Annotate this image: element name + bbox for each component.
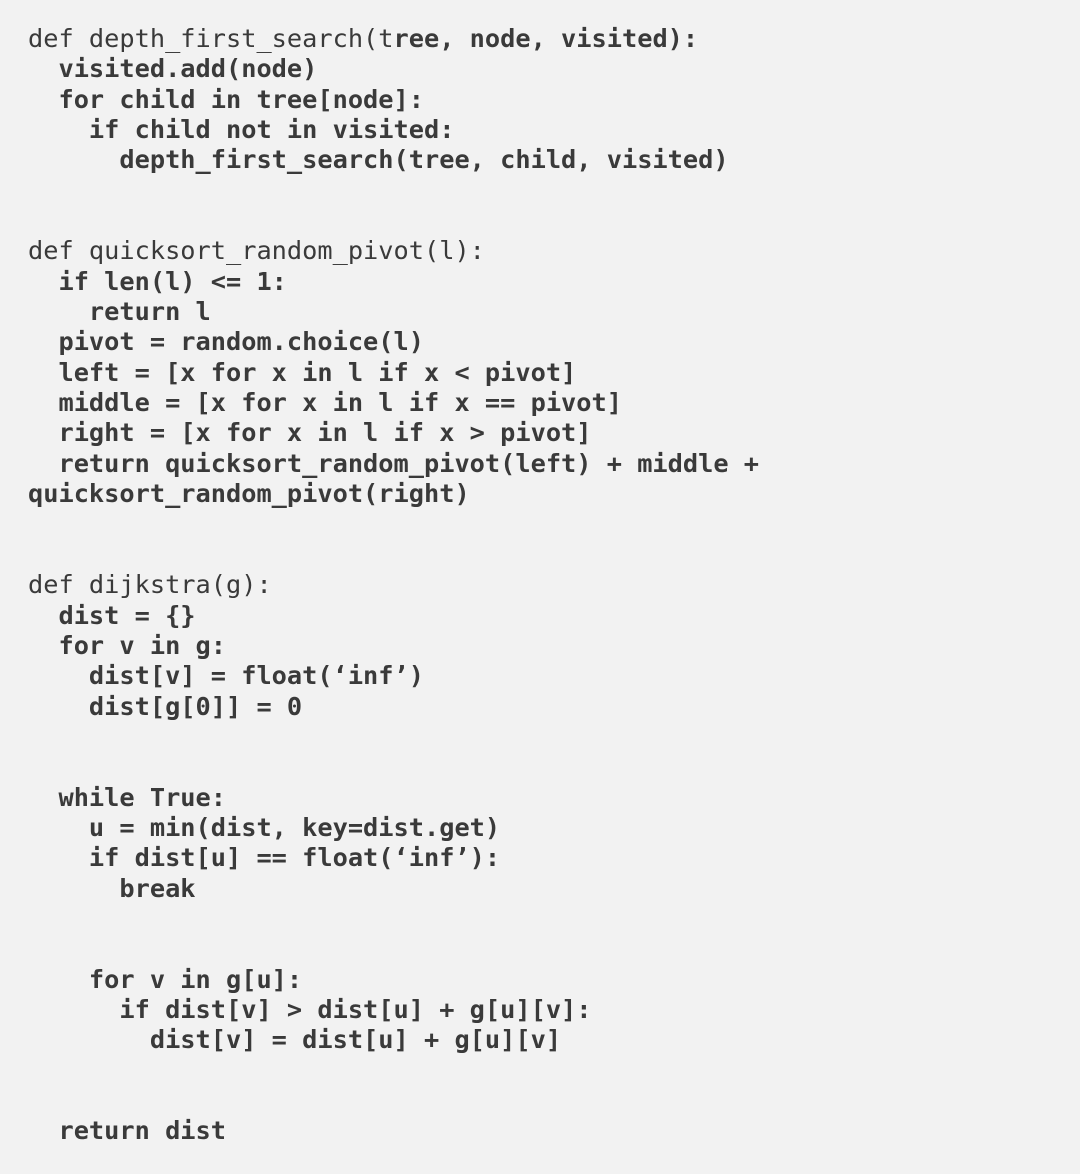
code-block: def depth_first_search(tree, node, visit… <box>0 0 1080 1171</box>
dijkstra-body-1: dist = {} for v in g: dist[v] = float(‘i… <box>28 601 424 721</box>
dijkstra-def: def dijkstra(g): <box>28 570 272 599</box>
dfs-body: visited.add(node) for child in tree[node… <box>28 54 729 174</box>
dfs-def-prefix: def depth_first_search(t <box>28 24 394 53</box>
dfs-def-suffix: ree, node, visited): <box>394 24 699 53</box>
qsort-body: if len(l) <= 1: return l pivot = random.… <box>28 267 759 508</box>
dijkstra-body-2: while True: u = min(dist, key=dist.get) … <box>28 783 500 903</box>
dijkstra-body-3: for v in g[u]: if dist[v] > dist[u] + g[… <box>28 965 592 1055</box>
dijkstra-body-4: return dist <box>28 1116 226 1145</box>
qsort-def: def quicksort_random_pivot(l): <box>28 236 485 265</box>
